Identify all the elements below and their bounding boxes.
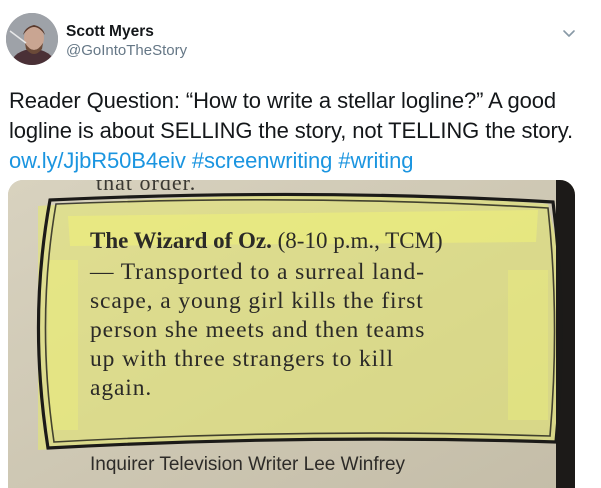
tweet-text-line: Reader Question: “How to write a stellar… (9, 88, 557, 113)
author-name[interactable]: Scott Myers (66, 23, 154, 41)
tweet-links-line: ow.ly/JjbR50B4eiv #screenwriting #writin… (9, 146, 594, 176)
clipping-line: up with three strangers to kill (90, 346, 394, 372)
clipping-line: scape, a young girl kills the first (90, 288, 424, 314)
hashtag-writing[interactable]: #writing (338, 148, 413, 173)
tweet-card: Scott Myers @GoIntoTheStory Reader Quest… (0, 0, 601, 488)
clipping-line: person she meets and then teams (90, 317, 426, 343)
article-link[interactable]: ow.ly/JjbR50B4eiv (9, 148, 186, 173)
clipping-credit: Inquirer Television Writer Lee Winfrey (90, 454, 406, 475)
avatar[interactable] (6, 13, 58, 65)
author-handle[interactable]: @GoIntoTheStory (66, 42, 187, 59)
clipping-line: again. (90, 375, 153, 401)
clipping-title: The Wizard of Oz. (90, 228, 272, 253)
clipping-time: (8-10 p.m., TCM) (271, 228, 443, 253)
tweet-image[interactable]: that order. The Wizard of Oz. (8-10 p.m.… (8, 180, 575, 488)
clipping-title-line: The Wizard of Oz. (8-10 p.m., TCM) (90, 228, 443, 254)
chevron-down-icon[interactable] (561, 25, 577, 41)
clipping-line: — Transported to a surreal land- (90, 259, 425, 285)
tweet-text-line: logline is about SELLING the story, not … (9, 118, 574, 143)
hashtag-screenwriting[interactable]: #screenwriting (192, 148, 333, 173)
tweet-text: Reader Question: “How to write a stellar… (9, 86, 594, 176)
clipping-fragment: that order. (96, 180, 197, 195)
